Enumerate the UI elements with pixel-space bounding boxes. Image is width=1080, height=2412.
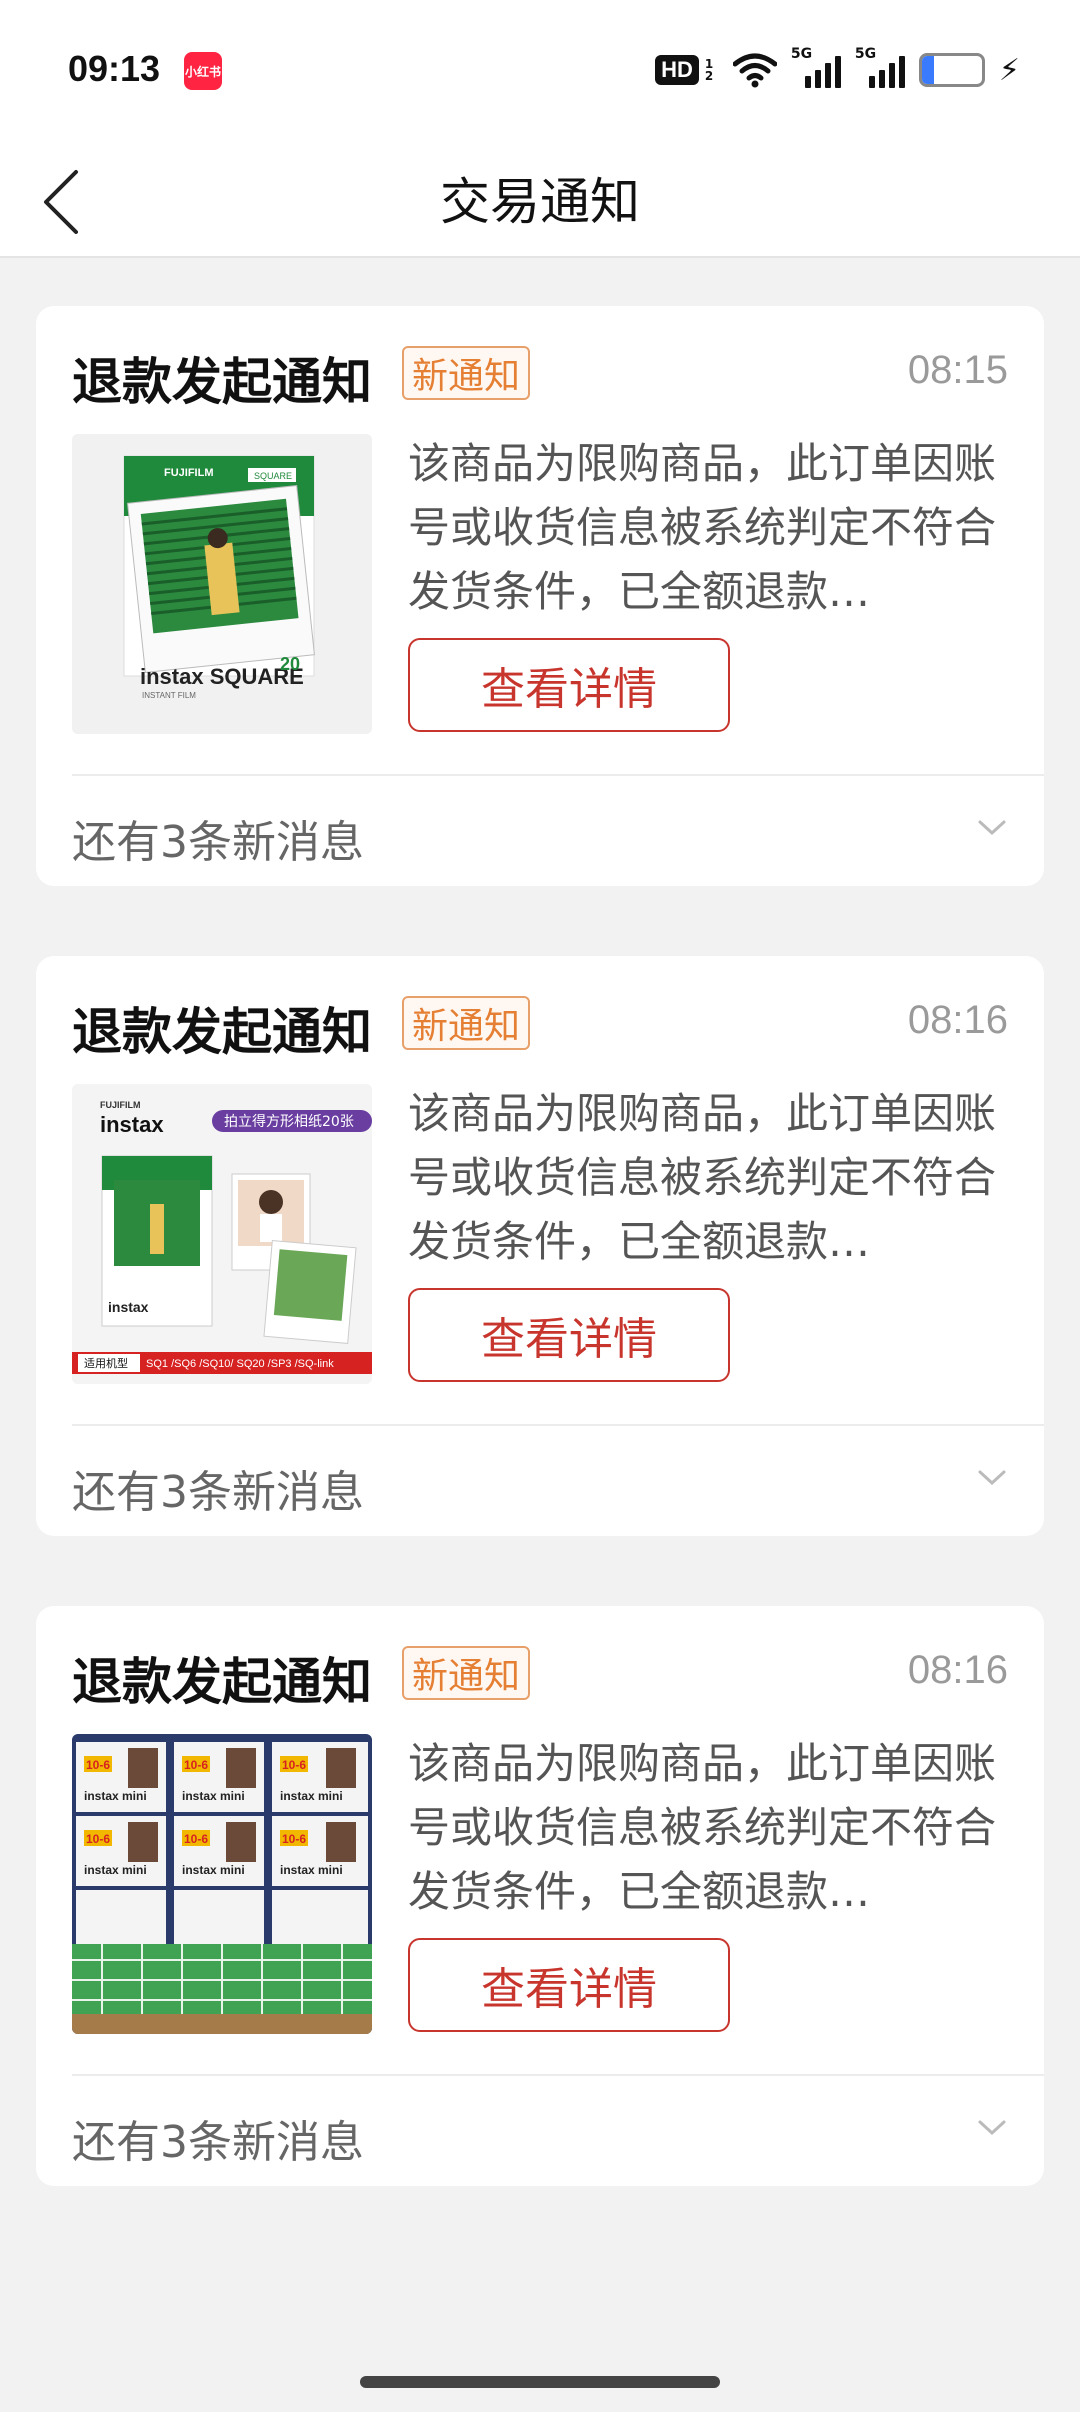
new-notification-tag: 新通知 [402, 996, 531, 1050]
home-indicator[interactable] [360, 2376, 720, 2388]
notification-time: 08:16 [907, 1648, 1008, 1692]
notification-description: 该商品为限购商品，此订单因账号或收货信息被系统判定不符合发货条件，已全额退款… [408, 1089, 997, 1266]
network-type-label: 5G [790, 46, 813, 62]
new-notification-tag: 新通知 [402, 346, 531, 400]
svg-text:instax: instax [108, 1299, 149, 1315]
divider [72, 2074, 1044, 2076]
nav-header: 交易通知 [0, 140, 1080, 258]
svg-text:instax mini: instax mini [280, 1863, 343, 1877]
svg-text:instax mini: instax mini [84, 1863, 147, 1877]
instax-square-film-image: FUJIFILM SQUARE instax SQUARE INSTANT FI… [72, 434, 372, 734]
product-image-text: instax mini [84, 1789, 147, 1803]
signal-bar [834, 56, 841, 88]
status-bar: 09:13 小红书 HD 1 2 5G 5G 20 ⚡ [0, 0, 1080, 140]
view-details-button[interactable]: 查看详情 [408, 638, 730, 732]
notification-card: 退款发起通知 新通知 08:15 FUJIFILM SQUARE instax … [36, 306, 1044, 886]
signal-bar [804, 76, 811, 88]
product-image-text: INSTANT FILM [142, 691, 196, 700]
charging-bolt-icon: ⚡ [998, 52, 1020, 88]
signal-icon: 5G [855, 46, 905, 88]
signal-bar [814, 70, 821, 88]
svg-text:10-6: 10-6 [184, 1758, 208, 1772]
divider [72, 1424, 1044, 1426]
product-image-text: FUJIFILM [164, 467, 214, 479]
product-image-text: instax [100, 1112, 164, 1137]
notification-title: 退款发起通知 [72, 1653, 372, 1711]
product-image-text: 20 [280, 654, 300, 674]
signal-bar [868, 76, 875, 88]
chevron-down-icon[interactable] [976, 1468, 1008, 1488]
network-type-label: 5G [854, 46, 877, 62]
more-messages-link[interactable]: 还有3条新消息 [72, 1456, 364, 1520]
hd-icon: HD [655, 55, 699, 85]
notification-description: 该商品为限购商品，此订单因账号或收货信息被系统判定不符合发货条件，已全额退款… [408, 439, 997, 616]
svg-text:instax mini: instax mini [280, 1789, 343, 1803]
signal-bar [888, 63, 895, 88]
chevron-down-icon[interactable] [976, 2118, 1008, 2138]
product-thumbnail[interactable]: 10-6 10-6 10-6 10-6 10-6 10-6 instax min… [72, 1734, 372, 2034]
more-messages-link[interactable]: 还有3条新消息 [72, 806, 364, 870]
new-notification-tag: 新通知 [402, 1646, 531, 1700]
notification-card: 退款发起通知 新通知 08:16 10-6 10-6 10-6 10-6 10-… [36, 1606, 1044, 2186]
product-thumbnail[interactable]: FUJIFILM SQUARE instax SQUARE INSTANT FI… [72, 434, 372, 734]
product-image-text: 10-6 [86, 1758, 110, 1772]
battery-fill [921, 56, 934, 84]
view-details-button[interactable]: 查看详情 [408, 1938, 730, 2032]
instax-square-promo-image: FUJIFILM instax 拍立得方形相纸20张 instax 适用机型 S… [72, 1084, 372, 1384]
product-image-text: FUJIFILM [100, 1100, 141, 1110]
svg-text:10-6: 10-6 [184, 1832, 208, 1846]
product-image-text: SQUARE [254, 471, 292, 481]
notification-card: 退款发起通知 新通知 08:16 FUJIFILM instax 拍立得方形相纸… [36, 956, 1044, 1536]
status-icons: HD 1 2 5G 5G 20 ⚡ [655, 46, 1020, 92]
signal-bar [824, 63, 831, 88]
product-image-text: 适用机型 [84, 1356, 128, 1370]
svg-text:10-6: 10-6 [282, 1758, 306, 1772]
battery-icon: 20 [918, 53, 985, 87]
product-image-text: 拍立得方形相纸20张 [224, 1113, 354, 1130]
svg-text:10-6: 10-6 [282, 1832, 306, 1846]
notification-title: 退款发起通知 [72, 1003, 372, 1061]
instax-mini-boxes-image: 10-6 10-6 10-6 10-6 10-6 10-6 instax min… [72, 1734, 372, 2034]
svg-text:10-6: 10-6 [86, 1832, 110, 1846]
page-title: 交易通知 [440, 173, 640, 231]
signal-bar [878, 70, 885, 88]
chevron-down-icon[interactable] [976, 818, 1008, 838]
notification-description: 该商品为限购商品，此订单因账号或收货信息被系统判定不符合发货条件，已全额退款… [408, 1739, 997, 1916]
product-thumbnail[interactable]: FUJIFILM instax 拍立得方形相纸20张 instax 适用机型 S… [72, 1084, 372, 1384]
notification-title: 退款发起通知 [72, 353, 372, 411]
hd-sub-label: 1 2 [704, 57, 714, 83]
battery-level: 20 [938, 56, 966, 83]
notification-time: 08:15 [907, 348, 1008, 392]
signal-icon: 5G [791, 46, 841, 88]
xiaohongshu-app-icon: 小红书 [184, 52, 222, 90]
svg-text:instax mini: instax mini [182, 1789, 245, 1803]
notification-time: 08:16 [907, 998, 1008, 1042]
signal-bar [898, 56, 905, 88]
more-messages-link[interactable]: 还有3条新消息 [72, 2106, 364, 2170]
wifi-icon [732, 53, 777, 88]
status-time: 09:13 [68, 48, 161, 89]
svg-text:instax mini: instax mini [182, 1863, 245, 1877]
product-image-text: SQ1 /SQ6 /SQ10/ SQ20 /SP3 /SQ-link [146, 1358, 334, 1370]
divider [72, 774, 1044, 776]
view-details-button[interactable]: 查看详情 [408, 1288, 730, 1382]
